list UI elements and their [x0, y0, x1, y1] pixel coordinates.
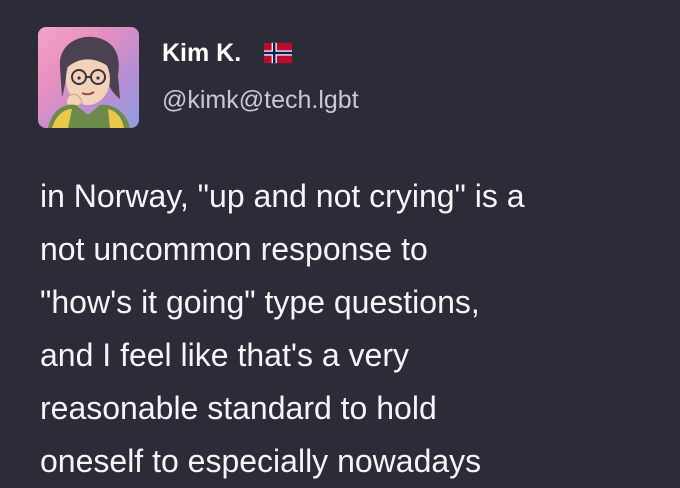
norway-flag-icon: [264, 42, 292, 64]
post-text-line: "how's it going" type questions,: [40, 284, 480, 320]
post-text-line: oneself to especially nowadays: [40, 443, 482, 479]
display-name[interactable]: Kim K.: [162, 38, 241, 68]
post-card: Kim K. @kimk@tech.lgbt in Norway, "up an…: [0, 0, 680, 479]
avatar-illustration-icon: [48, 36, 130, 128]
avatar[interactable]: [38, 27, 139, 128]
post-content: in Norway, "up and not crying" is a not …: [40, 170, 675, 488]
account-handle[interactable]: @kimk@tech.lgbt: [162, 85, 359, 115]
post-text-line: in Norway, "up and not crying" is a: [40, 178, 525, 214]
post-text-line: reasonable standard to hold: [40, 390, 437, 426]
post-text-line: and I feel like that's a very: [40, 337, 409, 373]
post-text-line: not uncommon response to: [40, 231, 428, 267]
